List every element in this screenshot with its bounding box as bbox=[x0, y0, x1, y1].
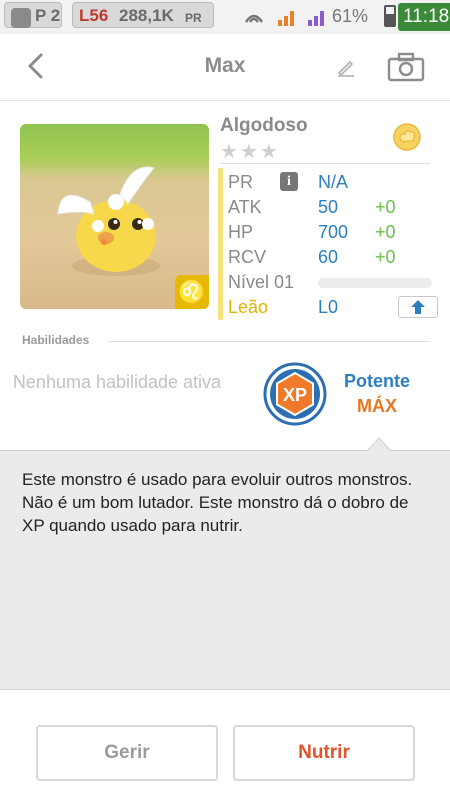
zodiac-level: L0 bbox=[318, 297, 339, 317]
level-label: Nível 01 bbox=[228, 272, 295, 292]
stat-value: 50 bbox=[318, 197, 339, 217]
camera-icon[interactable] bbox=[387, 52, 425, 82]
stat-row-pr: PR i N/A bbox=[228, 170, 428, 194]
zodiac-strip bbox=[218, 168, 223, 320]
description-pointer bbox=[367, 437, 391, 451]
monster-stars: ★★★ bbox=[220, 141, 280, 163]
stat-row-hp: HP 700 +0 bbox=[228, 220, 428, 244]
skills-divider bbox=[108, 341, 430, 342]
app-header: Max bbox=[0, 34, 450, 101]
leader-skill-name: Potente bbox=[343, 371, 410, 391]
stat-label: PR bbox=[228, 172, 254, 192]
zodiac-row: Leão L0 bbox=[228, 295, 438, 319]
player-power: 288,1K bbox=[119, 6, 174, 25]
info-icon[interactable]: i bbox=[280, 172, 298, 191]
clock: 11:18 bbox=[398, 3, 450, 31]
monster-portrait: ♌ bbox=[20, 124, 209, 309]
level-row: Nível 01 bbox=[228, 270, 432, 294]
zodiac-upgrade-button[interactable] bbox=[398, 296, 438, 318]
monster-name: Algodoso bbox=[220, 115, 308, 136]
zodiac-tag: ♌ bbox=[175, 275, 209, 309]
signal-icon bbox=[278, 11, 294, 26]
monster-description: Este monstro é usado para evoluir outros… bbox=[22, 470, 413, 535]
edit-pencil-icon[interactable] bbox=[335, 56, 357, 78]
stat-bonus: +0 bbox=[375, 247, 396, 267]
no-active-skill: Nenhuma habilidade ativa bbox=[12, 372, 222, 392]
cast-icon bbox=[244, 14, 264, 23]
stat-value: 60 bbox=[318, 247, 339, 267]
cloud-element-icon bbox=[393, 123, 421, 151]
battery-icon bbox=[384, 5, 396, 27]
manage-button[interactable]: Gerir bbox=[36, 725, 218, 781]
player-stats-pill: L56 288,1K PR bbox=[72, 2, 214, 28]
cat-icon bbox=[11, 8, 31, 28]
profile-pill: P 2 bbox=[4, 2, 62, 28]
zodiac-label: Leão bbox=[228, 297, 269, 317]
stat-bonus: +0 bbox=[375, 222, 396, 242]
stats-panel: PR i N/A ATK 50 +0 HP 700 +0 RCV 60 +0 N… bbox=[218, 168, 438, 320]
xp-badge-label: XP bbox=[283, 385, 307, 405]
player-level: L56 bbox=[79, 6, 109, 25]
name-divider bbox=[220, 163, 430, 164]
stat-row-atk: ATK 50 +0 bbox=[228, 195, 428, 219]
stat-label: ATK bbox=[228, 197, 262, 217]
stat-bonus: +0 bbox=[375, 197, 396, 217]
signal-2-icon bbox=[308, 11, 324, 26]
xp-badge-icon[interactable]: XP bbox=[262, 362, 328, 426]
skills-header: Habilidades bbox=[22, 333, 90, 347]
stat-row-rcv: RCV 60 +0 bbox=[228, 245, 428, 269]
status-bar: P 2 L56 288,1K PR 61% 11:18 bbox=[0, 0, 450, 34]
stat-value: N/A bbox=[318, 172, 349, 192]
page-title: Max bbox=[204, 54, 246, 77]
stat-label: HP bbox=[228, 222, 254, 242]
feed-button[interactable]: Nutrir bbox=[233, 725, 415, 781]
leader-skill-level: MÁX bbox=[357, 396, 397, 416]
power-suffix: PR bbox=[185, 11, 202, 25]
battery-percent: 61% bbox=[332, 6, 369, 26]
upgrade-arrow-icon bbox=[411, 300, 425, 314]
stat-value: 700 bbox=[318, 222, 349, 242]
xp-progress-bar bbox=[318, 278, 432, 288]
profile-rank: P 2 bbox=[35, 6, 61, 25]
stat-label: RCV bbox=[228, 247, 267, 267]
